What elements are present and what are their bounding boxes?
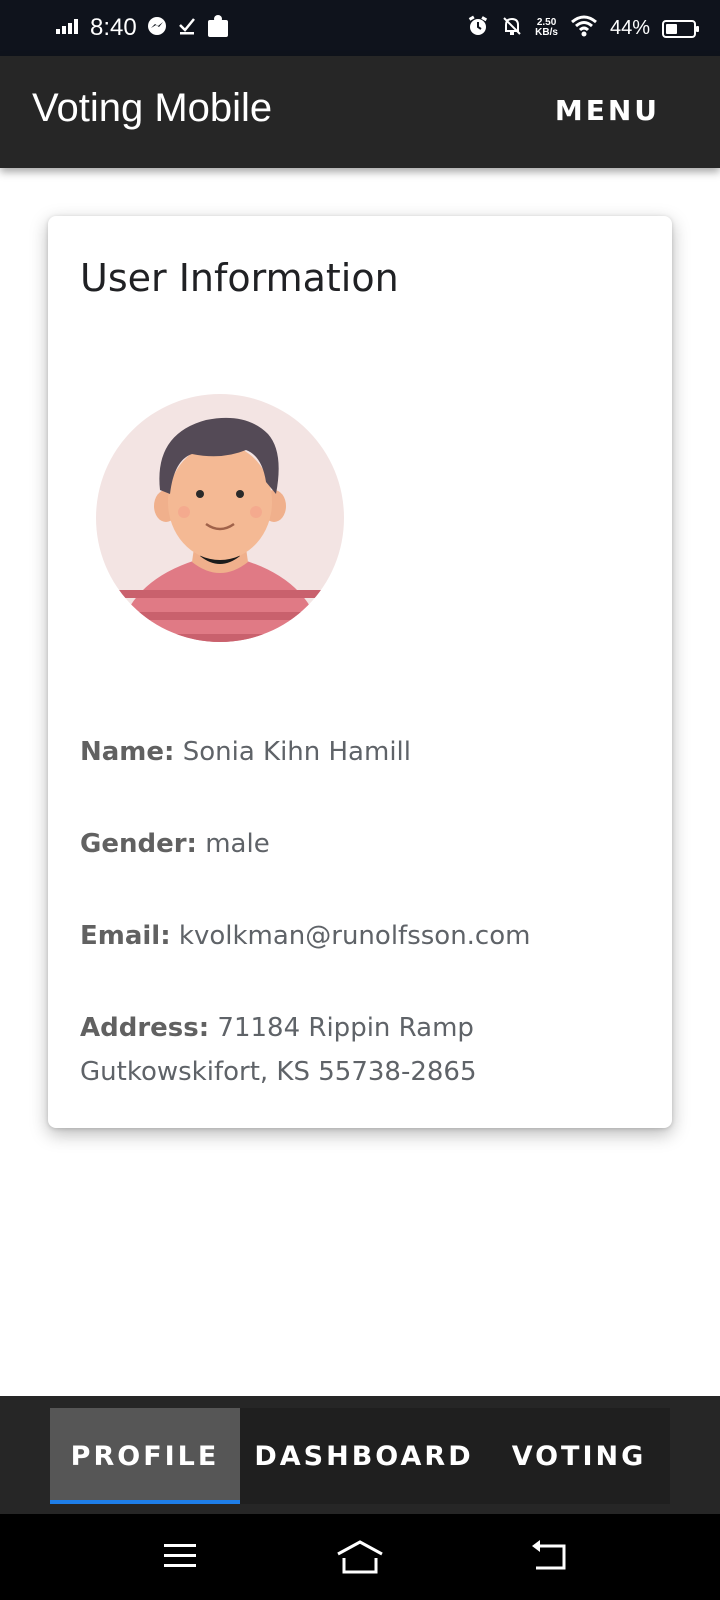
wifi-icon — [570, 15, 598, 42]
network-speed-unit: KB/s — [535, 27, 558, 38]
alarm-icon — [467, 15, 489, 42]
back-icon[interactable] — [530, 1540, 568, 1577]
system-nav-bar — [0, 1514, 720, 1600]
gender-value: male — [205, 829, 270, 859]
mute-icon — [501, 15, 523, 42]
name-value: Sonia Kihn Hamill — [182, 737, 411, 767]
address-label: Address: — [80, 1013, 210, 1043]
name-field: Name: Sonia Kihn Hamill — [80, 730, 650, 774]
status-bar: 8:40 2.50 KB/s 44% — [0, 0, 720, 56]
battery-icon — [652, 0, 699, 56]
app-title: Voting Mobile — [32, 86, 273, 130]
puzzle-icon — [207, 14, 229, 43]
bottom-tabs: PROFILE DASHBOARD VOTING — [50, 1408, 670, 1504]
battery-percent: 44% — [609, 16, 650, 39]
status-time: 8:40 — [90, 14, 137, 41]
user-information-card: User Information Name: Sonia Kihn Hamill… — [48, 216, 672, 1128]
address-field: Address: 71184 Rippin Ramp Gutkowskifort… — [80, 1006, 650, 1094]
menu-icon[interactable] — [162, 1540, 198, 1577]
battery-level-fill — [666, 24, 677, 34]
app-bar: Voting Mobile MENU — [0, 56, 720, 168]
gender-label: Gender: — [80, 829, 197, 859]
user-avatar-icon — [96, 394, 344, 642]
menu-button[interactable]: MENU — [555, 94, 660, 127]
gender-field: Gender: male — [80, 822, 650, 866]
home-icon[interactable] — [336, 1540, 384, 1579]
tab-dashboard[interactable]: DASHBOARD — [240, 1408, 488, 1504]
network-speed: 2.50 KB/s — [535, 18, 558, 38]
email-value: kvolkman@runolfsson.com — [178, 921, 531, 951]
card-title: User Information — [80, 256, 399, 300]
bottom-tab-area: PROFILE DASHBOARD VOTING — [0, 1396, 720, 1514]
email-label: Email: — [80, 921, 171, 951]
messenger-icon — [147, 16, 167, 41]
tab-profile[interactable]: PROFILE — [50, 1408, 240, 1504]
email-field: Email: kvolkman@runolfsson.com — [80, 914, 650, 958]
name-label: Name: — [80, 737, 175, 767]
tab-voting[interactable]: VOTING — [488, 1408, 670, 1504]
checkmark-icon — [177, 16, 197, 41]
signal-icon — [56, 18, 80, 39]
